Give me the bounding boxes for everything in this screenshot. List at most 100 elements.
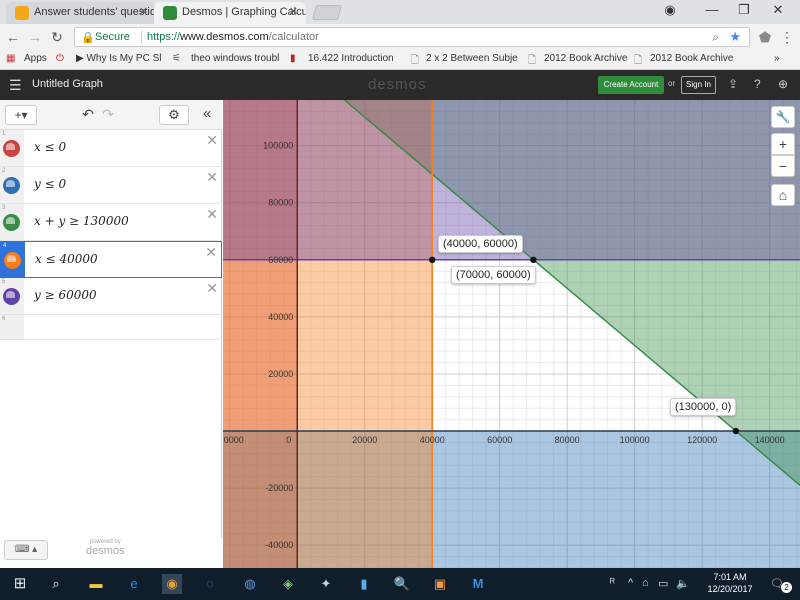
keyboard-toggle-button[interactable]: ⌨ ▴ [4, 540, 48, 560]
point-label[interactable]: (40000, 60000) [438, 235, 523, 253]
profile-icon[interactable]: ◉ [658, 2, 682, 18]
visibility-toggle-icon[interactable] [3, 214, 20, 231]
intersection-point [732, 427, 740, 435]
tab-close-icon[interactable]: ✕ [289, 2, 298, 23]
zoom-out-button[interactable]: − [771, 155, 795, 177]
share-icon[interactable]: ⇪ [728, 77, 738, 91]
magnifier-icon[interactable]: 🔍 [392, 574, 412, 594]
delete-expression-icon[interactable]: ✕ [206, 169, 218, 186]
point-label[interactable]: (130000, 0) [670, 398, 737, 416]
restore-button[interactable]: ❐ [732, 2, 756, 18]
help-icon[interactable]: ? [754, 77, 761, 91]
x-tick-label: -20000 [223, 435, 244, 445]
extension-shield-icon[interactable]: ⬟ [756, 28, 774, 46]
network-icon[interactable]: ⌂ [642, 577, 649, 589]
bookmark-favicon-icon: ⚟ [172, 53, 181, 64]
zoom-search-icon[interactable]: ⌕ [712, 30, 719, 45]
tab-desmos[interactable]: Desmos | Graphing Calcu ✕ [154, 2, 306, 24]
app-icon[interactable]: ▮ [354, 574, 374, 594]
forward-arrow-icon[interactable]: → [26, 28, 44, 46]
expression-text[interactable]: x ≤ 40000 [35, 252, 98, 266]
app-icon[interactable]: ◌ [200, 574, 220, 594]
empty-expression-row[interactable]: 6 [0, 315, 222, 340]
minimize-button[interactable]: — [700, 2, 724, 17]
taskbar-clock[interactable]: 7:01 AM 12/20/2017 [700, 571, 760, 595]
delete-expression-icon[interactable]: ✕ [206, 280, 218, 297]
expression-row[interactable]: 4 x ≤ 40000 ✕ [0, 241, 222, 278]
app-icon[interactable]: M [468, 574, 488, 594]
windows-taskbar: ⊞ ⌕ ▬ e ◉ ◌ ◍ ◈ ✦ ▮ 🔍 ▣ M ᴿ ^ ⌂ ▭ 🔈 7:01… [0, 568, 800, 600]
bookmark-apps[interactable]: Apps [24, 53, 47, 64]
reload-icon[interactable]: ↻ [48, 28, 66, 46]
create-account-button[interactable]: Create Account [598, 76, 664, 94]
file-explorer-icon[interactable]: ▬ [86, 574, 106, 594]
bookmark-2x2[interactable]: 2 x 2 Between Subjec [426, 53, 518, 64]
graph-paper[interactable]: -20000 0 20000 40000 60000 80000 100000 120000 1… [223, 100, 800, 568]
expression-text[interactable]: y ≤ 0 [34, 177, 66, 191]
overflow-chevron-icon[interactable]: » [774, 53, 780, 64]
bookmark-theo-windows[interactable]: theo windows troubl [191, 53, 281, 64]
wrench-icon[interactable]: 🔧 [771, 106, 795, 128]
sign-in-button[interactable]: Sign In [681, 76, 716, 94]
row-number: 5 [2, 279, 6, 285]
bookmark-2012-archive-1[interactable]: 2012 Book Archive [544, 53, 630, 64]
redo-button[interactable]: ↷ [98, 105, 118, 125]
add-item-button[interactable]: +▾ [5, 105, 37, 125]
delete-expression-icon[interactable]: ✕ [206, 206, 218, 223]
tray-chevron-icon[interactable]: ^ [628, 577, 633, 589]
search-icon[interactable]: ⌕ [46, 574, 66, 594]
bookmark-16422[interactable]: 16.422 Introduction [308, 53, 400, 64]
point-label[interactable]: (70000, 60000) [451, 266, 536, 284]
notification-count-badge: 2 [781, 582, 792, 593]
expression-text[interactable]: x + y ≥ 130000 [34, 214, 129, 228]
tab-close-icon[interactable]: ✕ [139, 2, 148, 23]
app-icon[interactable]: ▣ [430, 574, 450, 594]
settings-gear-icon[interactable]: ⚙ [159, 105, 189, 125]
zoom-in-button[interactable]: + [771, 133, 795, 155]
outlook-icon[interactable]: ◍ [240, 574, 260, 594]
edge-icon[interactable]: e [124, 574, 144, 594]
back-arrow-icon[interactable]: ← [4, 28, 22, 46]
visibility-toggle-icon[interactable] [4, 252, 21, 269]
delete-expression-icon[interactable]: ✕ [206, 132, 218, 149]
visibility-toggle-icon[interactable] [3, 177, 20, 194]
battery-icon[interactable]: ▭ [658, 577, 668, 590]
tab-answer-students[interactable]: Answer students' questio ✕ [6, 2, 156, 24]
windows-start-icon[interactable]: ⊞ [10, 574, 30, 594]
new-tab-button[interactable] [311, 5, 343, 20]
people-icon[interactable]: ᴿ [610, 577, 615, 589]
expression-row[interactable]: 1 x ≤ 0 ✕ [0, 130, 222, 167]
app-icon[interactable]: ◈ [278, 574, 298, 594]
delete-expression-icon[interactable]: ✕ [205, 244, 217, 261]
visibility-toggle-icon[interactable] [3, 140, 20, 157]
x-tick-label: 60000 [487, 435, 512, 445]
bookmark-2012-archive-2[interactable]: 2012 Book Archive [650, 53, 736, 64]
x-tick-label: 20000 [352, 435, 377, 445]
bookmark-star-icon[interactable]: ★ [729, 29, 741, 45]
sidebar-footer: ⌨ ▴ powered by desmos [0, 538, 222, 568]
volume-icon[interactable]: 🔈 [676, 577, 690, 590]
expression-row[interactable]: 3 x + y ≥ 130000 ✕ [0, 204, 222, 241]
undo-button[interactable]: ↶ [78, 105, 98, 125]
row-number: 6 [2, 316, 6, 322]
close-window-button[interactable]: ✕ [766, 2, 790, 18]
expression-text[interactable]: y ≥ 60000 [34, 288, 97, 302]
graph-canvas[interactable]: -20000 0 20000 40000 60000 80000 100000 120000 1… [223, 100, 800, 568]
hamburger-icon[interactable]: ☰ [9, 77, 22, 94]
chrome-menu-icon[interactable]: ⋮ [778, 28, 796, 46]
bookmark-why-pc-slow[interactable]: ▶ Why Is My PC Slo [76, 53, 162, 64]
expression-text[interactable]: x ≤ 0 [34, 140, 66, 154]
app-icon[interactable]: ✦ [316, 574, 336, 594]
row-tag: 2 [0, 167, 24, 203]
graph-title[interactable]: Untitled Graph [32, 78, 103, 90]
collapse-list-button[interactable]: « [197, 105, 217, 125]
visibility-toggle-icon[interactable] [3, 288, 20, 305]
expression-row[interactable]: 2 y ≤ 0 ✕ [0, 167, 222, 204]
expression-row[interactable]: 5 y ≥ 60000 ✕ [0, 278, 222, 315]
apps-grid-icon[interactable]: ▦ [6, 53, 15, 64]
address-bar[interactable]: 🔒 Secure https://www.desmos.com/calculat… [74, 27, 750, 47]
home-icon[interactable]: ⌂ [771, 184, 795, 206]
chrome-icon[interactable]: ◉ [162, 574, 182, 594]
powered-by-desmos[interactable]: powered by desmos [86, 539, 125, 557]
globe-icon[interactable]: ⊕ [778, 77, 788, 91]
